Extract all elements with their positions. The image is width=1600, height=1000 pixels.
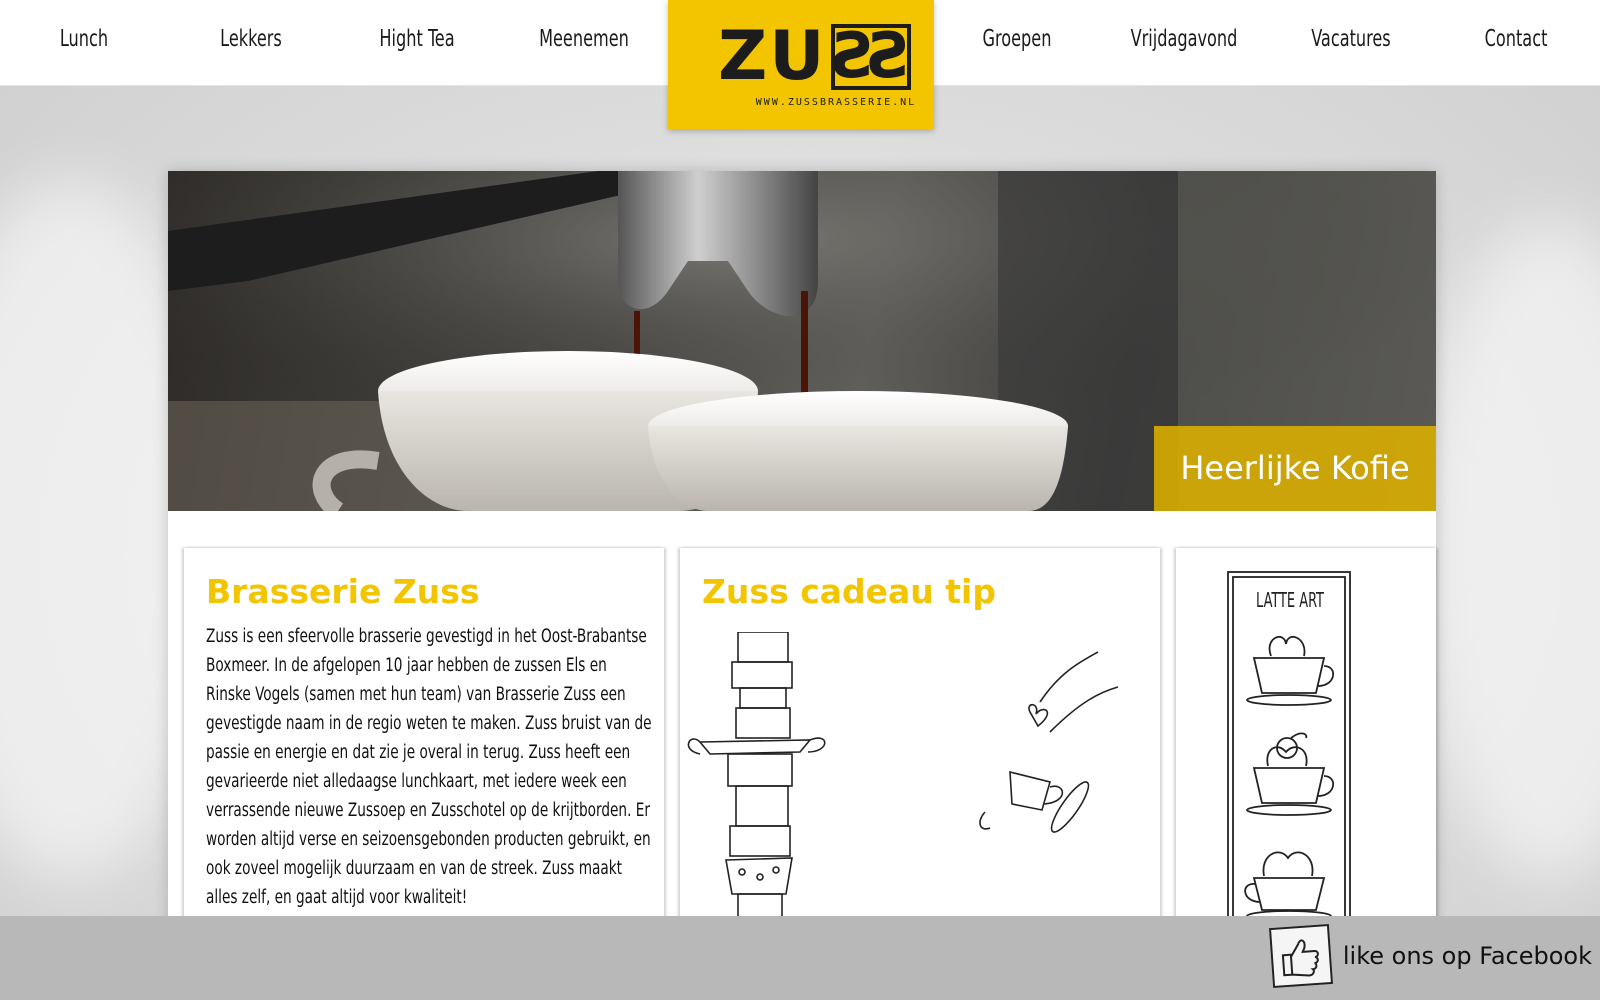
- logo-text-mirror: SS: [834, 19, 910, 92]
- about-text-line: gevestigde naam in de regio weten te mak…: [206, 713, 652, 734]
- logo-wordmark: ZU SS: [718, 17, 911, 96]
- latte-art-label: LATTE ART: [1256, 588, 1324, 612]
- facebook-like-label: like ons op Facebook: [1342, 942, 1592, 970]
- about-text-line: Zuss is een sfeervolle brasserie gevesti…: [206, 626, 647, 647]
- about-text-line: ook zoveel mogelijk duurzaam en van de s…: [206, 858, 623, 879]
- nav-item-hight-tea[interactable]: Hight Tea: [355, 26, 480, 62]
- about-text-line: gevarieerde niet alledaagse lunchkaart, …: [206, 771, 627, 792]
- stacked-cups-sketch: [687, 632, 1119, 931]
- about-text: Zuss is een sfeervolle brasserie gevesti…: [206, 622, 652, 912]
- background-blur-right: [1420, 220, 1600, 880]
- nav-item-groepen[interactable]: Groepen: [955, 26, 1080, 62]
- latte-art-card[interactable]: LATTE ART: [1176, 548, 1436, 931]
- nav-item-vacatures[interactable]: Vacatures: [1289, 26, 1414, 62]
- thumbs-up-icon: [1268, 923, 1333, 989]
- footer-bar: like ons op Facebook: [0, 916, 1600, 1000]
- about-text-line: alles zelf, en gaat altijd voor kwalitei…: [206, 887, 468, 908]
- nav-item-lekkers[interactable]: Lekkers: [189, 26, 314, 62]
- about-text-line: Boxmeer. In de afgelopen 10 jaar hebben …: [206, 655, 607, 676]
- nav-item-vrijdagavond[interactable]: Vrijdagavond: [1122, 26, 1247, 62]
- facebook-like-link[interactable]: like ons op Facebook: [1268, 923, 1592, 989]
- hero-coffee-image: Heerlijke Kofie: [168, 171, 1436, 511]
- logo-url: WWW.ZUSSBRASSERIE.NL: [755, 97, 917, 108]
- nav-item-meenemen[interactable]: Meenemen: [522, 26, 647, 62]
- zuss-logo[interactable]: ZU SS WWW.ZUSSBRASSERIE.NL: [668, 0, 934, 129]
- nav-item-contact[interactable]: Contact: [1454, 26, 1579, 62]
- main-panel: Heerlijke Kofie Brasserie Zuss Zuss is e…: [168, 171, 1436, 931]
- logo-mirror-box: SS: [830, 19, 911, 92]
- about-card: Brasserie Zuss Zuss is een sfeervolle br…: [184, 548, 664, 931]
- about-title: Brasserie Zuss: [206, 572, 480, 611]
- about-text-line: worden altijd verse en seizoensgebonden …: [206, 829, 651, 850]
- nav-item-lunch[interactable]: Lunch: [22, 26, 147, 62]
- hero-caption: Heerlijke Kofie: [1154, 426, 1436, 511]
- about-text-line: Rinske Vogels (samen met hun team) van B…: [206, 684, 626, 705]
- gift-tip-card[interactable]: Zuss cadeau tip: [680, 548, 1160, 931]
- logo-text-main: ZU: [718, 17, 827, 96]
- about-text-line: passie en energie en dat zie je overal i…: [206, 742, 631, 763]
- about-text-line: verrassende nieuwe Zussoep en Zusschotel…: [206, 800, 650, 821]
- gift-tip-title: Zuss cadeau tip: [702, 572, 996, 611]
